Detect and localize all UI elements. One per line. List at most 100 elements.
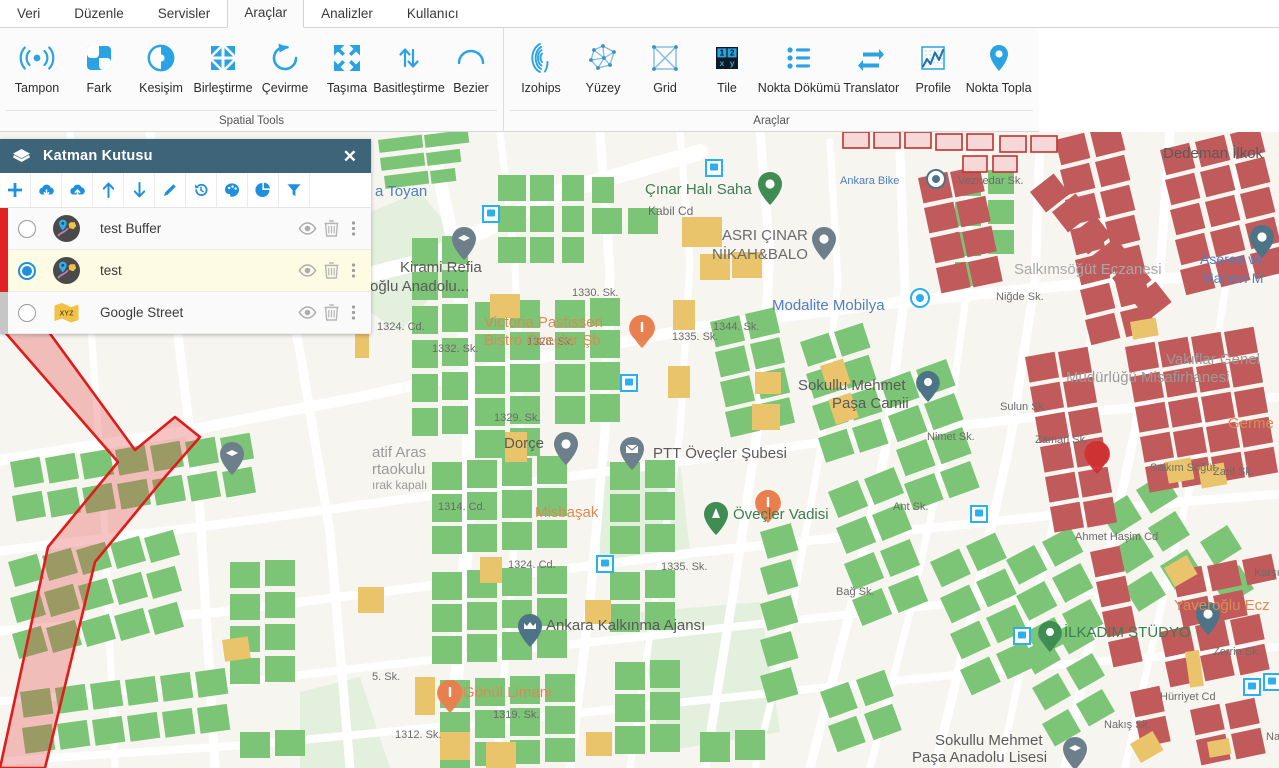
cloud-upload-icon[interactable] [62, 173, 93, 207]
ribbon-toolbar: Tampon Fark Kesişim Birleştirme Çevirme … [0, 28, 1279, 132]
menu-tab-kullanici[interactable]: Kullanıcı [390, 0, 476, 28]
map-label: ırak kapalı [372, 478, 427, 492]
tool-fark[interactable]: Fark [68, 34, 130, 96]
map-label: Bağ Sk. [836, 586, 875, 598]
map-label: Salkımsöğüt Eczanesi [1014, 261, 1162, 278]
menu-tab-analizler[interactable]: Analizler [304, 0, 390, 28]
tool-yuzey[interactable]: Yüzey [572, 34, 634, 96]
menu-tab-veri[interactable]: Veri [0, 0, 57, 28]
arrow-down-icon[interactable] [124, 173, 155, 207]
tool-tasima[interactable]: Taşıma [316, 34, 378, 96]
layer-select-radio-cell[interactable] [8, 219, 46, 238]
toggle-visibility-icon[interactable] [295, 256, 319, 286]
map-label: NİKAH&BALO [712, 245, 808, 263]
layer-name: Google Street [100, 305, 184, 320]
row-menu-icon[interactable] [343, 214, 363, 244]
layer-radio[interactable] [18, 303, 36, 322]
layer-color-stripe [0, 249, 8, 292]
tool-label: Basitleştirme [373, 81, 445, 95]
layer-row-actions [295, 298, 371, 328]
delete-layer-icon[interactable] [319, 214, 343, 244]
toggle-visibility-icon[interactable] [295, 298, 319, 328]
tool-tile[interactable]: 1 2 x y Tile [696, 34, 758, 96]
surface-icon [583, 36, 623, 80]
map-label: 1324. Cd. [508, 559, 556, 571]
arrow-up-icon[interactable] [93, 173, 124, 207]
map-label: Dorçe [504, 435, 544, 452]
layer-row-google-street[interactable]: XYZ Google Street [0, 291, 371, 334]
row-menu-icon[interactable] [343, 298, 363, 328]
svg-text:1: 1 [720, 48, 725, 58]
layer-row-test-buffer[interactable]: test Buffer [0, 207, 371, 250]
history-icon[interactable] [186, 173, 217, 207]
intersection-icon [141, 36, 181, 80]
layer-select-radio-cell[interactable] [8, 303, 46, 322]
tool-profile[interactable]: Profile [902, 34, 964, 96]
map-label: Yaveroğlu Ecz [1174, 597, 1270, 614]
translator-icon [851, 36, 891, 80]
svg-text:y: y [730, 58, 735, 68]
buffer-icon [17, 36, 57, 80]
tool-basitlestirme[interactable]: Basitleştirme [373, 34, 445, 96]
tool-kesisim[interactable]: Kesişim [130, 34, 192, 96]
grid-icon [645, 36, 685, 80]
delete-layer-icon[interactable] [319, 256, 343, 286]
map-label: 1319. Sk. [493, 709, 539, 721]
cloud-download-icon[interactable] [31, 173, 62, 207]
layer-panel-title: Katman Kutusu [43, 148, 153, 164]
map-label: Nar [1266, 731, 1279, 743]
layer-radio[interactable] [18, 219, 36, 238]
tool-nokta-dokumu[interactable]: Nokta Dökümü [758, 34, 840, 96]
union-icon [203, 36, 243, 80]
tool-cevirme[interactable]: Çevirme [254, 34, 316, 96]
map-label: 1329. Sk. [494, 412, 540, 424]
close-icon[interactable]: ✕ [339, 146, 361, 167]
map-label: Paşa Anadolu Lisesi [912, 749, 1047, 766]
map-label: PTT Öveçler Şubesi [653, 444, 787, 462]
tool-translator[interactable]: Translator [840, 34, 902, 96]
layer-name: test Buffer [100, 221, 162, 236]
layer-radio[interactable] [18, 261, 36, 280]
tool-bezier[interactable]: Bezier [440, 34, 502, 96]
map-label: Nimet Sk. [927, 431, 975, 443]
menu-tab-araclar[interactable]: Araçlar [227, 0, 305, 28]
pencil-icon[interactable] [155, 173, 186, 207]
layer-panel-header: Katman Kutusu ✕ [0, 139, 371, 173]
tool-nokta-topla[interactable]: Nokta Topla [964, 34, 1033, 96]
map-label: Salkım Söğüt [1150, 462, 1215, 474]
layer-select-radio-cell[interactable] [8, 261, 46, 280]
tool-tampon[interactable]: Tampon [6, 34, 68, 96]
layer-row-actions [295, 214, 371, 244]
map-label: Victoria Pastisseri [484, 314, 603, 331]
map-label: Öveçler Vadisi [733, 505, 829, 523]
tool-birlestirme[interactable]: Birleştirme [192, 34, 254, 96]
simplify-icon [389, 36, 429, 80]
palette-icon[interactable] [217, 173, 248, 207]
ribbon-group-empty [1039, 28, 1279, 132]
map-label: Müdürlüğü Misafirhanesi [1066, 369, 1229, 386]
layer-row-test[interactable]: test [0, 249, 371, 292]
row-menu-icon[interactable] [343, 256, 363, 286]
map-label: 1312. Sk. [395, 729, 441, 741]
pie-chart-icon[interactable] [248, 173, 279, 207]
menu-tab-servisler[interactable]: Servisler [141, 0, 228, 28]
vector-layer-icon [46, 215, 86, 242]
tool-izohips[interactable]: Izohips [510, 34, 572, 96]
map-label: 1332. Sk. [432, 343, 478, 355]
toggle-visibility-icon[interactable] [295, 214, 319, 244]
menu-tab-duzenle[interactable]: Düzenle [57, 0, 141, 28]
tool-label: Nokta Topla [965, 81, 1032, 95]
bezier-icon [451, 36, 491, 80]
map-label: Zarif Sk. [1213, 466, 1254, 478]
delete-layer-icon[interactable] [319, 298, 343, 328]
map-label: Sulun Sk. [1000, 401, 1047, 413]
add-layer-button[interactable] [0, 173, 31, 207]
map-label: ASRI ÇINAR [722, 227, 808, 244]
layer-toolbar-spacer [310, 173, 371, 207]
map-pin-icon [979, 36, 1019, 80]
tool-label: Taşıma [326, 81, 368, 95]
filter-icon[interactable] [279, 173, 310, 207]
tool-label: Çevirme [261, 81, 309, 95]
layer-color-stripe [0, 291, 8, 334]
tool-grid[interactable]: Grid [634, 34, 696, 96]
